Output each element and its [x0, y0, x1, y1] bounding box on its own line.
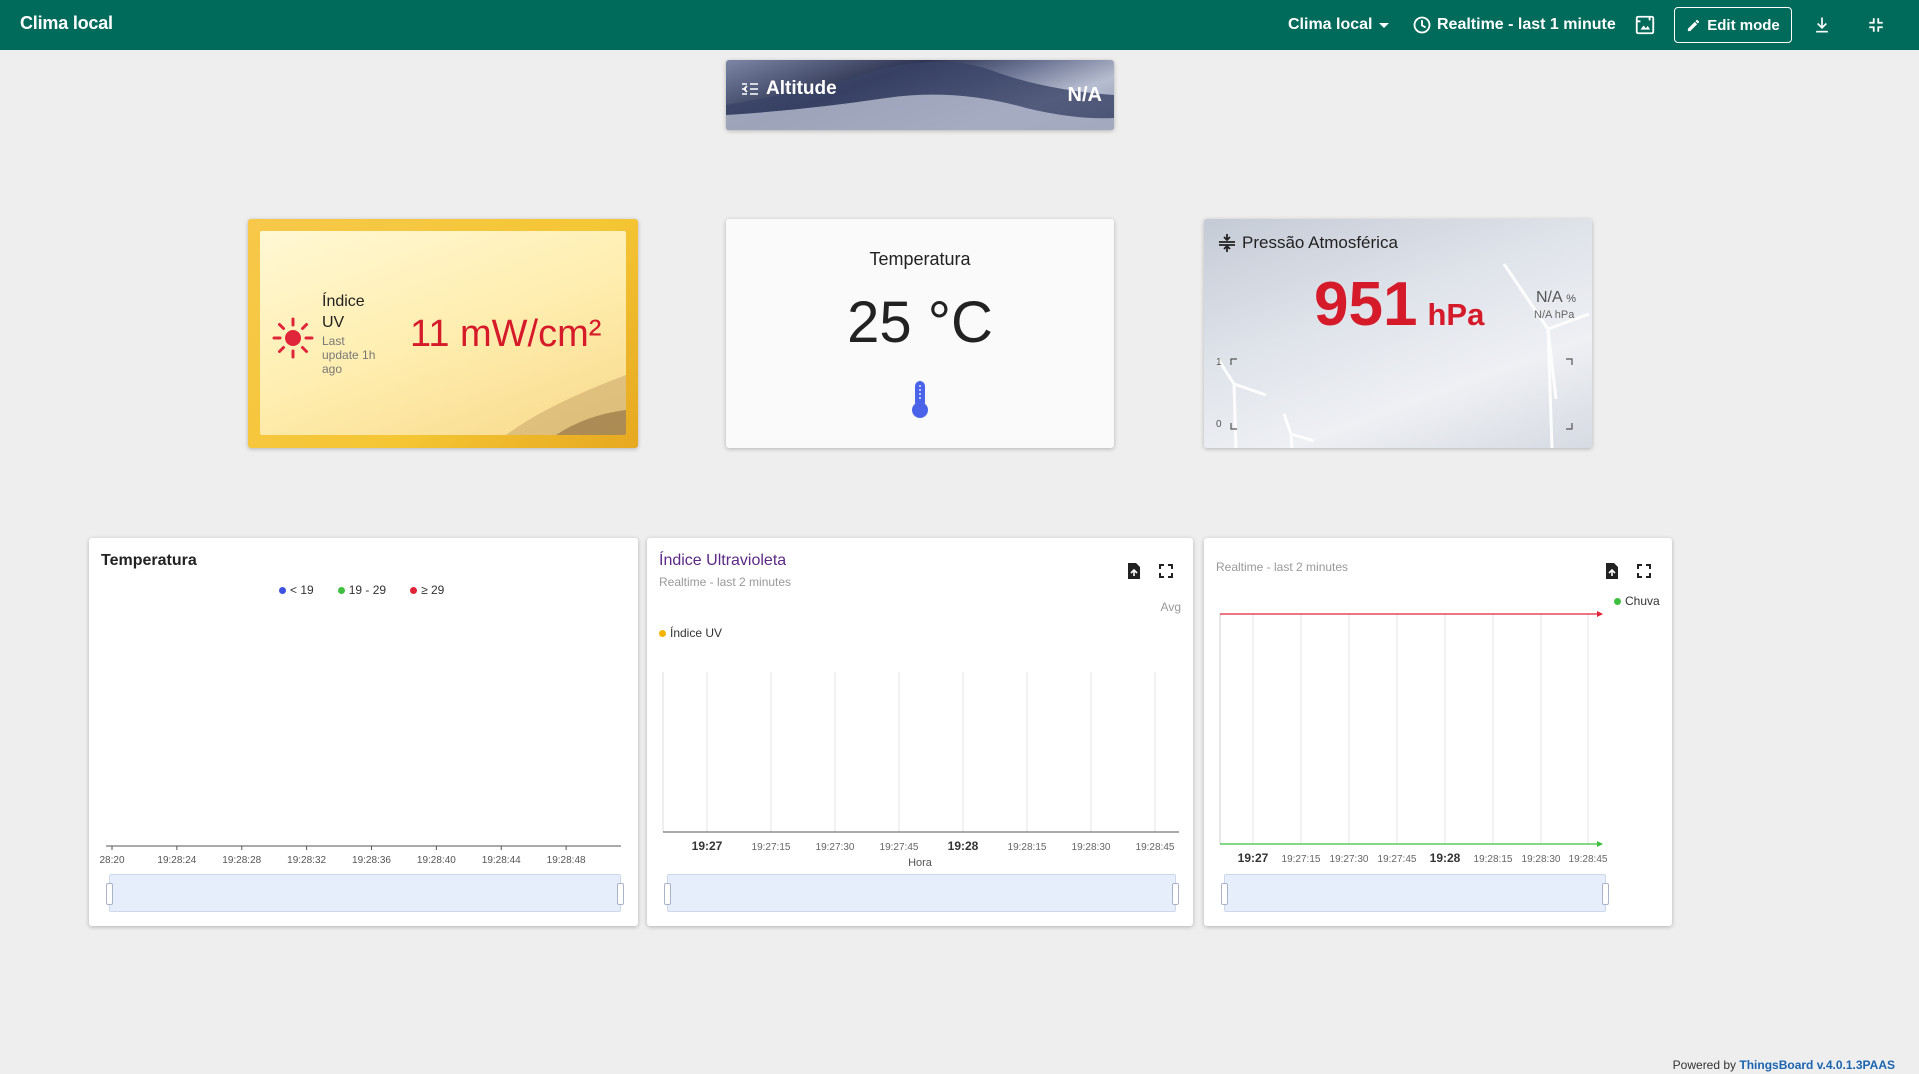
- zoom-handle-left[interactable]: [106, 883, 113, 905]
- sun-icon: [272, 317, 314, 359]
- altitude-icon: [742, 83, 758, 95]
- rain-chart-card: Realtime - last 2 minutes Chuva 19:27 19:…: [1204, 538, 1672, 926]
- timewindow-label: Realtime - last 1 minute: [1437, 16, 1616, 33]
- zoom-handle-left[interactable]: [664, 883, 671, 905]
- dashboard-layouts-button[interactable]: [1632, 12, 1658, 38]
- uv-index-label: Índice UV: [322, 293, 365, 331]
- x-tick-label: 19:27:45: [1378, 854, 1417, 865]
- pressure-secondary-value: N/A: [1536, 289, 1562, 306]
- x-tick-label: 19:28:36: [352, 855, 391, 866]
- uv-index-card: Índice UV Last update 1h ago 11 mW/cm²: [248, 219, 638, 448]
- x-tick-label: 19:28:24: [157, 855, 196, 866]
- exit-fullscreen-button[interactable]: [1863, 12, 1889, 38]
- pressure-value-row: 951 hPa: [1314, 269, 1484, 340]
- x-tick-label: 19:27:15: [1282, 854, 1321, 865]
- timewindow-button[interactable]: Realtime - last 1 minute: [1412, 0, 1616, 50]
- temperature-card: Temperatura 25 °C: [726, 219, 1114, 448]
- altitude-card: Altitude N/A: [726, 60, 1114, 130]
- zoom-handle-left[interactable]: [1221, 883, 1228, 905]
- x-tick-label: 19:28:15: [1008, 842, 1047, 853]
- x-axis-title: Hora: [908, 857, 933, 869]
- x-tick-label: 19:28:28: [222, 855, 261, 866]
- edit-mode-button[interactable]: Edit mode: [1674, 7, 1792, 43]
- uv-chart-zoom-slider[interactable]: [664, 874, 1179, 912]
- dashboard-select-label: Clima local: [1288, 16, 1373, 33]
- dashboard-title: Clima local: [20, 13, 113, 33]
- x-tick-label: 19:28:44: [482, 855, 521, 866]
- uv-chart-plot: 19:27 19:27:15 19:27:30 19:27:45 19:28 19:28:…: [662, 672, 1179, 869]
- edit-mode-label: Edit mode: [1707, 16, 1780, 34]
- zoom-handle-right[interactable]: [1602, 883, 1609, 905]
- uv-chart-card: Índice Ultravioleta Realtime - last 2 mi…: [647, 538, 1193, 926]
- dashboard-select[interactable]: Clima local: [1288, 0, 1390, 50]
- x-tick-label: 19:27:45: [880, 842, 919, 853]
- pressure-value: 951: [1314, 270, 1418, 339]
- zoom-handle-right[interactable]: [617, 883, 624, 905]
- temperature-value: 25 °C: [847, 290, 993, 355]
- x-tick-label: 19:28:45: [1136, 842, 1175, 853]
- pressure-title: Pressão Atmosférica: [1242, 233, 1398, 252]
- pressure-secondary-unit: %: [1566, 293, 1577, 305]
- x-tick-label: 19:28:40: [417, 855, 456, 866]
- temperature-chart-card: Temperatura < 19 19 - 29 ≥ 29 28:20 19:28…: [89, 538, 638, 926]
- pressure-header: Pressão Atmosférica: [1218, 233, 1398, 253]
- x-tick-label: 19:28:30: [1072, 842, 1111, 853]
- uv-last-update: Last update 1h ago: [322, 334, 376, 376]
- sunset-decoration: [506, 375, 626, 435]
- fullscreen-exit-icon: [1869, 18, 1883, 32]
- altitude-value: N/A: [1067, 84, 1102, 106]
- x-tick-label: 19:28:30: [1522, 854, 1561, 865]
- x-tick-label: 19:27:30: [1330, 854, 1369, 865]
- top-toolbar: Clima local Clima local Realtime - last …: [0, 0, 1919, 50]
- pressure-axis-top: 1: [1216, 357, 1222, 368]
- altitude-label-row: Altitude: [740, 78, 837, 100]
- temperature-title: Temperatura: [869, 249, 971, 269]
- x-tick-label: 19:27:15: [752, 842, 791, 853]
- uv-index-value: 11 mW/cm²: [410, 313, 602, 355]
- thermometer-icon: [912, 381, 928, 418]
- pencil-icon: [1688, 19, 1700, 31]
- x-tick-label: 28:20: [99, 855, 124, 866]
- rain-series-arrow: [1597, 841, 1603, 847]
- export-button[interactable]: [1809, 12, 1835, 38]
- threshold-arrow-red: [1597, 611, 1603, 617]
- pressure-card: Pressão Atmosférica 951 hPa N/A % N/A hPa…: [1204, 219, 1592, 448]
- caret-down-icon: [1379, 22, 1390, 28]
- pressure-unit: hPa: [1427, 297, 1485, 332]
- pressure-tertiary: N/A hPa: [1534, 309, 1575, 321]
- temperature-chart-zoom-slider[interactable]: [106, 874, 624, 912]
- x-tick-label: 19:28:48: [547, 855, 586, 866]
- x-tick-label: 19:28: [948, 839, 979, 853]
- x-tick-label: 19:27:30: [816, 842, 855, 853]
- x-tick-label: 19:27: [692, 839, 723, 853]
- x-tick-label: 19:28:45: [1569, 854, 1608, 865]
- x-tick-label: 19:28: [1430, 851, 1461, 865]
- zoom-handle-right[interactable]: [1172, 883, 1179, 905]
- pressure-axis-bottom: 0: [1216, 419, 1222, 430]
- x-tick-label: 19:28:15: [1474, 854, 1513, 865]
- altitude-label: Altitude: [766, 78, 837, 99]
- compress-icon: [1219, 234, 1235, 252]
- footer-prefix: Powered by: [1672, 1058, 1737, 1072]
- rain-chart-zoom-slider[interactable]: [1221, 874, 1609, 912]
- download-icon: [1816, 17, 1828, 33]
- temperature-chart-plot: 28:20 19:28:24 19:28:28 19:28:32 19:28:36 19:…: [99, 845, 621, 866]
- x-tick-label: 19:27: [1238, 851, 1269, 865]
- footer: Powered by ThingsBoard v.4.0.1.3PAAS: [1673, 1058, 1895, 1072]
- x-tick-label: 19:28:32: [287, 855, 326, 866]
- layouts-icon: [1635, 15, 1655, 35]
- clock-icon: [1413, 16, 1431, 34]
- pressure-secondary: N/A %: [1536, 289, 1576, 307]
- uv-index-panel: Índice UV Last update 1h ago 11 mW/cm²: [260, 231, 626, 435]
- rain-chart-plot: 19:27 19:27:15 19:27:30 19:27:45 19:28 19:28:…: [1219, 611, 1608, 865]
- thingsboard-link[interactable]: ThingsBoard v.4.0.1.3PAAS: [1739, 1058, 1895, 1072]
